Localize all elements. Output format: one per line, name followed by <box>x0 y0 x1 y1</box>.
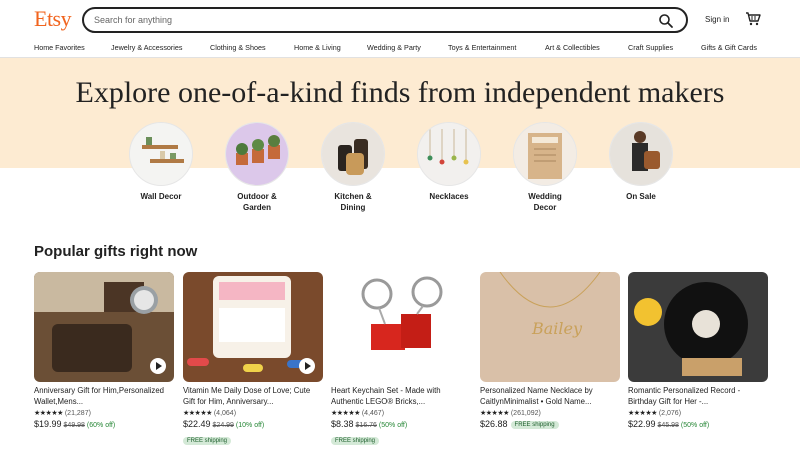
review-count: (4,064) <box>213 410 237 417</box>
product-card[interactable]: Romantic Personalized Record - Birthday … <box>628 272 768 429</box>
original-price: $24.99 <box>212 422 234 429</box>
category-wedding-decor[interactable]: Wedding Decor <box>500 122 590 213</box>
cart-icon[interactable] <box>745 12 761 26</box>
review-count: (21,287) <box>64 410 91 417</box>
category-label: Outdoor & Garden <box>237 192 277 212</box>
product-rating: ★★★★★ (2,076) <box>628 409 768 417</box>
product-title: Romantic Personalized Record - Birthday … <box>628 386 741 406</box>
discount: (10% off) <box>235 422 265 429</box>
category-image <box>609 122 673 186</box>
product-price: $22.49 <box>183 419 211 429</box>
product-price: $22.99 <box>628 419 656 429</box>
free-shipping-badge: FREE shipping <box>510 421 559 429</box>
nav-item-craft[interactable]: Craft Supplies <box>628 43 673 52</box>
rating-stars: ★★★★★ <box>480 410 509 417</box>
search-input[interactable] <box>94 12 654 28</box>
product-card[interactable]: Vitamin Me Daily Dose of Love; Cute Gift… <box>183 272 323 447</box>
hero-title: Explore one-of-a-kind finds from indepen… <box>75 76 725 109</box>
price-row: $8.38 $16.76 (50% off) <box>331 419 471 429</box>
discount: (50% off) <box>680 422 710 429</box>
category-image <box>225 122 289 186</box>
product-card[interactable]: Bailey Personalized Name Necklace by Cai… <box>480 272 620 429</box>
search-bar[interactable] <box>82 7 688 33</box>
category-image <box>321 122 385 186</box>
review-count: (2,076) <box>658 410 682 417</box>
search-icon[interactable] <box>658 13 674 29</box>
category-on-sale[interactable]: On Sale <box>596 122 686 202</box>
nav-item-jewelry[interactable]: Jewelry & Accessories <box>111 43 183 52</box>
product-title: Personalized Name Necklace by CaitlynMin… <box>480 386 593 406</box>
original-price: $45.98 <box>657 422 679 429</box>
original-price: $49.98 <box>63 422 85 429</box>
category-necklaces[interactable]: Necklaces <box>404 122 494 202</box>
product-rating: ★★★★★ (4,467) <box>331 409 471 417</box>
nav-item-wedding[interactable]: Wedding & Party <box>367 43 421 52</box>
header: Etsy Sign in <box>0 0 800 38</box>
section-title: Popular gifts right now <box>34 243 198 260</box>
product-card[interactable]: Heart Keychain Set - Made with Authentic… <box>331 272 471 447</box>
nav-item-clothing[interactable]: Clothing & Shoes <box>210 43 266 52</box>
category-image <box>129 122 193 186</box>
product-image <box>331 272 471 382</box>
nav-item-home-favorites[interactable]: Home Favorites <box>34 43 85 52</box>
product-card[interactable]: Anniversary Gift for Him,Personalized Wa… <box>34 272 174 429</box>
product-price: $26.88 <box>480 419 508 429</box>
nav-item-art[interactable]: Art & Collectibles <box>545 43 600 52</box>
category-label: Necklaces <box>429 192 469 201</box>
review-count: (4,467) <box>361 410 385 417</box>
category-outdoor-garden[interactable]: Outdoor & Garden <box>212 122 302 213</box>
product-title: Anniversary Gift for Him,Personalized Wa… <box>34 386 164 406</box>
category-wall-decor[interactable]: Wall Decor <box>116 122 206 202</box>
product-price: $19.99 <box>34 419 62 429</box>
free-shipping-badge: FREE shipping <box>183 437 232 445</box>
price-row: $19.99 $49.98 (60% off) <box>34 419 174 429</box>
category-image <box>513 122 577 186</box>
discount: (60% off) <box>86 422 116 429</box>
nav-item-gifts[interactable]: Gifts & Gift Cards <box>701 43 757 52</box>
price-row: $26.88 FREE shipping <box>480 419 620 429</box>
rating-stars: ★★★★★ <box>628 410 657 417</box>
product-title: Vitamin Me Daily Dose of Love; Cute Gift… <box>183 386 311 406</box>
product-rating: ★★★★★ (4,064) <box>183 409 323 417</box>
product-rating: ★★★★★ (21,287) <box>34 409 174 417</box>
price-row: $22.49 $24.99 (10% off) <box>183 419 323 429</box>
product-image <box>183 272 323 382</box>
category-label: Wedding Decor <box>528 192 562 212</box>
product-image: Bailey <box>480 272 620 382</box>
review-count: (261,092) <box>510 410 541 417</box>
rating-stars: ★★★★★ <box>331 410 360 417</box>
svg-text:Bailey: Bailey <box>531 319 583 338</box>
nav-item-toys[interactable]: Toys & Entertainment <box>448 43 516 52</box>
category-kitchen-dining[interactable]: Kitchen & Dining <box>308 122 398 213</box>
discount: (50% off) <box>378 422 408 429</box>
free-shipping-badge: FREE shipping <box>331 437 380 445</box>
price-row: $22.99 $45.98 (50% off) <box>628 419 768 429</box>
play-video-icon[interactable] <box>150 358 166 374</box>
category-nav: Home Favorites Jewelry & Accessories Clo… <box>0 40 800 58</box>
category-label: Kitchen & Dining <box>334 192 372 212</box>
play-video-icon[interactable] <box>299 358 315 374</box>
product-price: $8.38 <box>331 419 354 429</box>
sign-in-link[interactable]: Sign in <box>705 15 729 24</box>
category-label: Wall Decor <box>140 192 182 201</box>
category-image <box>417 122 481 186</box>
product-rating: ★★★★★ (261,092) <box>480 409 620 417</box>
original-price: $16.76 <box>355 422 377 429</box>
product-image <box>628 272 768 382</box>
category-label: On Sale <box>626 192 656 201</box>
nav-item-home-living[interactable]: Home & Living <box>294 43 341 52</box>
etsy-logo[interactable]: Etsy <box>34 6 72 32</box>
rating-stars: ★★★★★ <box>183 410 212 417</box>
product-title: Heart Keychain Set - Made with Authentic… <box>331 386 441 406</box>
product-image <box>34 272 174 382</box>
rating-stars: ★★★★★ <box>34 410 63 417</box>
